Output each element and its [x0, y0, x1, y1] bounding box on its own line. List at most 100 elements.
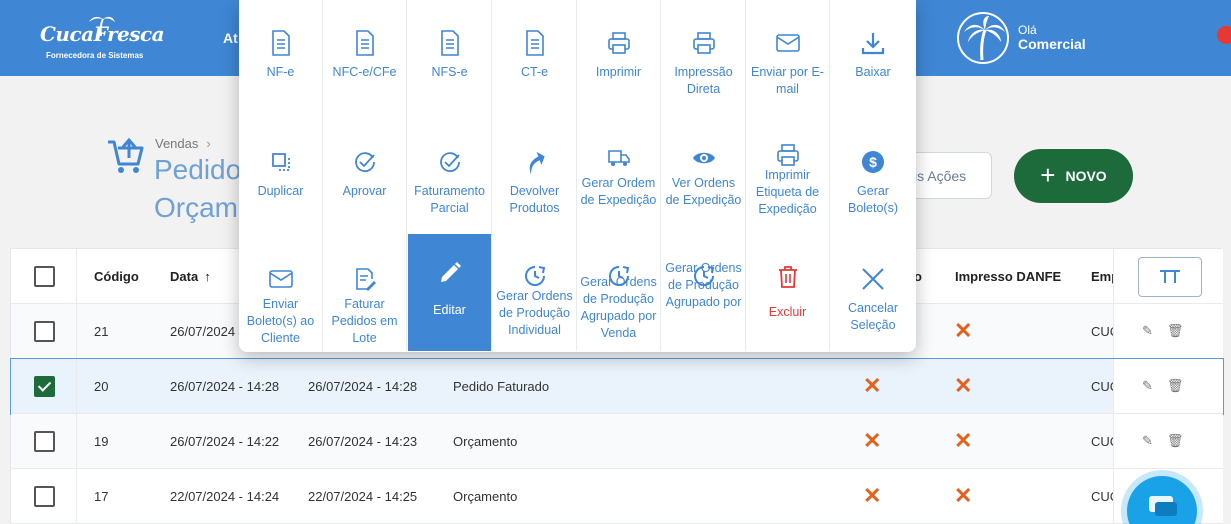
tile-imprimir-etiqueta[interactable]: Imprimir Etiqueta de Expedição: [746, 117, 830, 234]
actions-popup-menu: NF-e NFC-e/CFe NFS-e CT-e Imprimir Impre…: [239, 0, 916, 352]
tile-nfe[interactable]: NF-e: [239, 0, 323, 117]
tile-nfse[interactable]: NFS-e: [408, 0, 492, 117]
cell-alterado: 26/07/2024 - 14:23: [308, 433, 418, 449]
cell-data: 22/07/2024 - 14:24: [170, 488, 280, 504]
check-circle-icon: [439, 152, 460, 172]
tile-label: Excluir: [768, 305, 807, 319]
column-header-impresso-danfe[interactable]: Impresso DANFE: [955, 249, 1061, 303]
tile-cte[interactable]: CT-e: [493, 0, 577, 117]
tile-enviar-boletos[interactable]: Enviar Boleto(s) ao Cliente: [239, 234, 323, 351]
chat-icon: [1149, 496, 1177, 516]
cell-alterado: 22/07/2024 - 14:25: [308, 488, 418, 504]
tile-impressao-direta[interactable]: Impressão Direta: [662, 0, 746, 117]
table-row[interactable]: 20 26/07/2024 - 14:28 26/07/2024 - 14:28…: [10, 358, 1224, 415]
tile-aprovar[interactable]: Aprovar: [323, 117, 407, 234]
trash-icon[interactable]: 🗑: [1167, 323, 1184, 339]
impresso-x-icon: ✕: [863, 483, 882, 508]
tile-gerar-ordens-producao-agrupado[interactable]: Gerar Ordens de Produção Agrupado por: [662, 234, 746, 351]
return-arrow-icon: [529, 151, 545, 174]
tile-faturamento-parcial[interactable]: Faturamento Parcial: [408, 117, 492, 234]
cell-status: Orçamento: [453, 433, 518, 449]
column-header-codigo[interactable]: Código: [94, 249, 139, 303]
notification-badge[interactable]: [1217, 26, 1231, 44]
tile-excluir[interactable]: Excluir: [746, 234, 830, 351]
tile-label: Imprimir Etiqueta de Expedição: [755, 168, 820, 216]
edit-pencil-icon[interactable]: ✎: [1142, 323, 1153, 339]
trash-icon[interactable]: 🗑: [1167, 378, 1184, 394]
table-row[interactable]: 19 26/07/2024 - 14:22 26/07/2024 - 14:23…: [11, 414, 1223, 469]
tile-gerar-ordens-producao-venda[interactable]: Gerar Ordens de Produção Agrupado por Ve…: [577, 234, 661, 351]
cell-status: Orçamento: [453, 488, 518, 504]
select-all-checkbox[interactable]: [34, 266, 55, 287]
impresso-danfe-x-icon: ✕: [954, 428, 973, 453]
tile-label: Enviar por E-mail: [751, 65, 824, 96]
tile-enviar-email[interactable]: Enviar por E-mail: [746, 0, 830, 117]
column-header-data[interactable]: Data ↑: [170, 249, 211, 303]
edit-pencil-icon[interactable]: ✎: [1142, 433, 1153, 449]
sort-arrow-up-icon: ↑: [204, 268, 211, 284]
column-toggle-button[interactable]: [1138, 257, 1202, 297]
tile-label: NFC-e/CFe: [332, 65, 397, 79]
tile-duplicar[interactable]: Duplicar: [239, 117, 323, 234]
impresso-danfe-x-icon: ✕: [954, 318, 973, 343]
tile-label: Cancelar Seleção: [847, 301, 899, 332]
palm-tree-icon: [964, 16, 1005, 61]
trash-icon[interactable]: 🗑: [1167, 433, 1184, 449]
tile-gerar-ordem-expedicao[interactable]: Gerar Ordem de Expedição: [577, 117, 661, 234]
nav-item-atendimento[interactable]: At: [223, 30, 238, 46]
tile-label: Gerar Ordem de Expedição: [580, 176, 657, 207]
eye-icon: [692, 152, 715, 164]
tile-baixar[interactable]: Baixar: [831, 0, 915, 117]
chat-button[interactable]: [1127, 476, 1197, 524]
column-header-data-label: Data: [170, 268, 199, 284]
tile-cancelar-selecao[interactable]: Cancelar Seleção: [831, 234, 915, 351]
new-button-label: NOVO: [1065, 168, 1107, 184]
tile-label: Baixar: [855, 65, 891, 79]
tile-label: Gerar Ordens de Produção Individual: [496, 289, 573, 337]
tile-label: NFS-e: [431, 65, 468, 79]
edit-document-icon: [355, 268, 376, 291]
table-row[interactable]: 17 22/07/2024 - 14:24 22/07/2024 - 14:25…: [11, 469, 1223, 524]
cell-codigo: 20: [94, 378, 109, 394]
document-icon: [525, 30, 544, 56]
tile-label: Faturamento Parcial: [414, 184, 485, 215]
cell-codigo: 21: [94, 323, 109, 339]
svg-text:$: $: [869, 154, 877, 170]
cell-alterado: 26/07/2024 - 14:28: [308, 378, 418, 394]
printer-icon: [776, 144, 799, 166]
envelope-icon: [775, 34, 800, 52]
row-checkbox[interactable]: [34, 321, 55, 342]
tile-gerar-boletos[interactable]: $ Gerar Boleto(s): [831, 117, 915, 234]
trash-icon: [778, 266, 797, 288]
breadcrumb-vendas[interactable]: Vendas: [155, 136, 198, 151]
tile-label: Duplicar: [257, 184, 304, 198]
impresso-x-icon: ✕: [863, 373, 882, 398]
printer-icon: [607, 32, 630, 54]
document-icon: [271, 30, 290, 56]
row-checkbox[interactable]: [34, 376, 55, 397]
impresso-danfe-x-icon: ✕: [954, 373, 973, 398]
user-name[interactable]: Comercial: [1018, 36, 1086, 52]
tile-ver-ordens-expedicao[interactable]: Ver Ordens de Expedição: [662, 117, 746, 234]
row-checkbox[interactable]: [34, 486, 55, 507]
row-checkbox[interactable]: [34, 431, 55, 452]
user-avatar[interactable]: [957, 12, 1009, 64]
tile-devolver-produtos[interactable]: Devolver Produtos: [493, 117, 577, 234]
pencil-icon: [440, 262, 461, 282]
tile-faturar-lote[interactable]: Faturar Pedidos em Lote: [323, 234, 407, 351]
tile-label: Faturar Pedidos em Lote: [331, 297, 398, 345]
tile-nfce-cfe[interactable]: NFC-e/CFe: [323, 0, 407, 117]
company-logo[interactable]: CucaFresca Fornecedora de Sistemas: [40, 14, 165, 64]
tile-label: Imprimir: [595, 65, 642, 79]
edit-pencil-icon[interactable]: ✎: [1142, 378, 1153, 394]
impresso-danfe-x-icon: ✕: [954, 483, 973, 508]
tile-gerar-ordens-producao-individual[interactable]: Gerar Ordens de Produção Individual: [493, 234, 577, 351]
new-button[interactable]: + NOVO: [1014, 149, 1133, 203]
tile-label: Gerar Ordens de Produção Agrupado por: [665, 261, 742, 309]
tile-editar[interactable]: Editar: [408, 234, 492, 351]
logo-text: CucaFresca: [40, 22, 165, 46]
tile-label: Gerar Ordens de Produção Agrupado por Ve…: [580, 275, 657, 340]
duplicate-icon: [271, 153, 290, 171]
clock-icon: [524, 266, 545, 286]
tile-imprimir[interactable]: Imprimir: [577, 0, 661, 117]
